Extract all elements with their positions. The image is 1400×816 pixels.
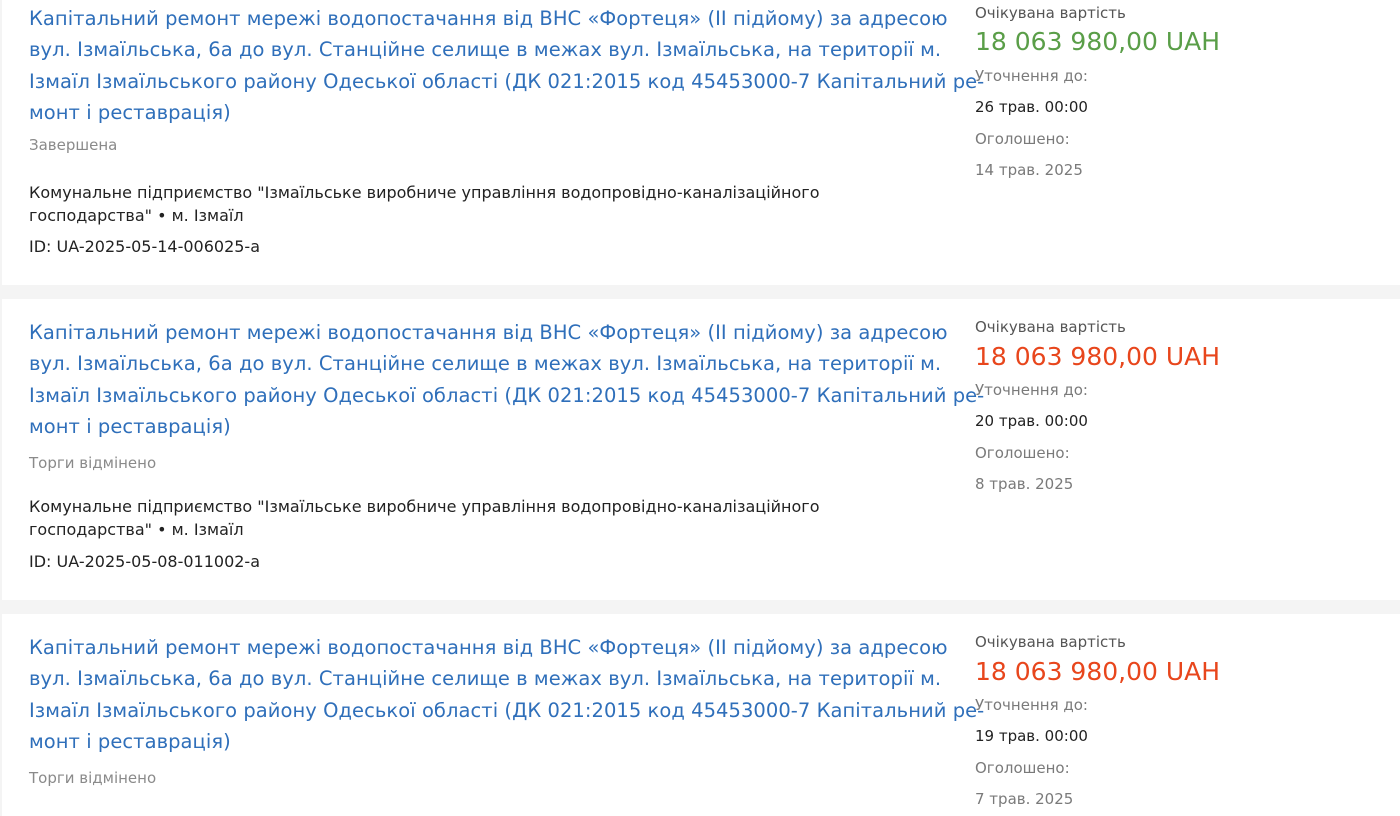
clarify-until-label: Уточнення до: <box>975 381 1088 399</box>
expected-cost-amount: 18 063 980,00 UAH <box>975 27 1221 56</box>
tender-title-line: Капітальний ремонт мережі водопостачання… <box>29 636 948 659</box>
expected-cost-label: Очікувана вартість <box>975 4 1126 22</box>
expected-cost-amount: 18 063 980,00 UAH <box>975 657 1221 686</box>
tender-title-line: Капітальний ремонт мережі водопостачання… <box>29 321 948 344</box>
tender-title-line: монт і реставрація) <box>29 414 231 438</box>
tender-title-line: вул. Ізмаїльська, 6а до вул. Станційне с… <box>29 38 942 62</box>
tender-title-line: вул. Ізмаїльська, 6а до вул. Станційне с… <box>29 352 942 376</box>
announced-label: Оголошено: <box>975 759 1070 777</box>
tender-title-line: Ізмаїл Ізмаїльського району Одеської обл… <box>29 69 985 93</box>
announced-date: 7 трав. 2025 <box>975 790 1074 808</box>
tender-title-link[interactable]: Капітальний ремонт мережі водопостачання… <box>29 3 985 128</box>
tender-id: ID: UA-2025-05-14-006025-a <box>29 237 261 256</box>
tender-title-line: монт і реставрація) <box>29 729 231 753</box>
expected-cost-label: Очікувана вартість <box>975 318 1126 336</box>
tender-status: Завершена <box>29 136 118 154</box>
tender-card: Капітальний ремонт мережі водопостачання… <box>2 299 1400 600</box>
clarify-until-value: 20 трав. 00:00 <box>975 412 1088 430</box>
tender-title-line: монт і реставрація) <box>29 100 231 124</box>
tender-title-line: Ізмаїл Ізмаїльського району Одеської обл… <box>29 383 985 407</box>
tender-title-link[interactable]: Капітальний ремонт мережі водопостачання… <box>29 632 985 757</box>
tender-list: Капітальний ремонт мережі водопостачання… <box>0 0 1400 816</box>
tender-title-line: вул. Ізмаїльська, 6а до вул. Станційне с… <box>29 667 942 691</box>
clarify-until-label: Уточнення до: <box>975 67 1088 85</box>
procuring-entity-line: господарства" • м. Ізмаїл <box>29 519 244 539</box>
tender-card: Капітальний ремонт мережі водопостачання… <box>2 0 1400 285</box>
procuring-entity-line: Комунальне підприємство "Ізмаїльське вир… <box>29 183 820 202</box>
announced-date: 8 трав. 2025 <box>975 475 1074 493</box>
tender-title-line: Капітальний ремонт мережі водопостачання… <box>29 7 948 30</box>
tender-title-line: Ізмаїл Ізмаїльського району Одеської обл… <box>29 698 985 722</box>
clarify-until-value: 26 трав. 00:00 <box>975 98 1088 116</box>
tender-card: Капітальний ремонт мережі водопостачання… <box>2 614 1400 816</box>
expected-cost-label: Очікувана вартість <box>975 633 1126 651</box>
tender-status: Торги відмінено <box>29 454 157 472</box>
clarify-until-value: 19 трав. 00:00 <box>975 727 1088 745</box>
procuring-entity-line: господарства" • м. Ізмаїл <box>29 205 244 225</box>
tender-id: ID: UA-2025-05-08-011002-a <box>29 552 261 571</box>
announced-date: 14 трав. 2025 <box>975 161 1083 179</box>
procuring-entity-line: Комунальне підприємство "Ізмаїльське вир… <box>29 497 820 516</box>
procuring-entity: Комунальне підприємство "Ізмаїльське вир… <box>29 182 929 227</box>
expected-cost-amount: 18 063 980,00 UAH <box>975 342 1221 371</box>
tender-title-link[interactable]: Капітальний ремонт мережі водопостачання… <box>29 317 985 442</box>
procuring-entity: Комунальне підприємство "Ізмаїльське вир… <box>29 496 929 541</box>
announced-label: Оголошено: <box>975 130 1070 148</box>
announced-label: Оголошено: <box>975 444 1070 462</box>
tender-status: Торги відмінено <box>29 769 157 787</box>
clarify-until-label: Уточнення до: <box>975 696 1088 714</box>
